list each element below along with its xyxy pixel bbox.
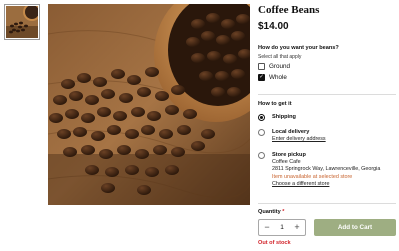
grind-option-ground[interactable]: Ground bbox=[258, 62, 290, 71]
minus-icon[interactable]: − bbox=[263, 223, 271, 232]
product-price: $14.00 bbox=[258, 21, 289, 32]
section-divider bbox=[258, 203, 396, 204]
store-pickup-label: Store pickup bbox=[272, 152, 306, 158]
section-divider bbox=[258, 94, 396, 95]
quantity-value[interactable]: 1 bbox=[280, 224, 284, 231]
product-title: Coffee Beans bbox=[258, 4, 320, 16]
add-to-cart-button[interactable]: Add to Cart bbox=[314, 219, 396, 236]
store-pickup-radio[interactable] bbox=[258, 152, 265, 159]
store-pickup-option[interactable]: Store pickup Coffee Cafe 2811 Springrock… bbox=[258, 152, 380, 187]
checkmark-icon: ✓ bbox=[259, 73, 264, 80]
ground-label: Ground bbox=[269, 63, 291, 70]
local-delivery-option[interactable]: Local delivery Enter delivery address bbox=[258, 129, 326, 142]
grind-hint: Select all that apply bbox=[258, 54, 302, 60]
store-address: 2811 Springrock Way, Lawrenceville, Geor… bbox=[272, 166, 381, 173]
quantity-stepper[interactable]: − 1 + bbox=[258, 219, 306, 236]
enter-delivery-address-link[interactable]: Enter delivery address bbox=[272, 136, 326, 142]
product-details-panel: Coffee Beans $14.00 How do you want your… bbox=[258, 0, 399, 251]
store-unavailable-warning: Item unavailable at selected store bbox=[272, 173, 353, 180]
fulfillment-heading: How to get it bbox=[258, 101, 292, 107]
coffee-beans-thumbnail-image bbox=[6, 3, 41, 38]
local-delivery-label: Local delivery bbox=[272, 129, 310, 135]
ground-checkbox[interactable] bbox=[258, 63, 265, 70]
required-marker: * bbox=[282, 209, 285, 215]
quantity-label-text: Quantity bbox=[258, 209, 281, 215]
choose-different-store-link[interactable]: Choose a different store bbox=[272, 181, 380, 187]
coffee-beans-photo bbox=[48, 4, 250, 205]
product-main-image bbox=[48, 4, 250, 205]
product-thumbnail[interactable] bbox=[4, 3, 41, 40]
grind-question: How do you want your beans? bbox=[258, 45, 339, 51]
grind-option-whole[interactable]: ✓ Whole bbox=[258, 73, 287, 82]
shipping-label: Shipping bbox=[272, 114, 296, 120]
plus-icon[interactable]: + bbox=[293, 223, 301, 232]
whole-checkbox[interactable]: ✓ bbox=[258, 74, 265, 81]
quantity-label: Quantity * bbox=[258, 209, 284, 215]
stock-status: Out of stock bbox=[258, 240, 291, 246]
shipping-option[interactable]: Shipping bbox=[258, 114, 296, 121]
shipping-radio[interactable] bbox=[258, 114, 265, 121]
whole-label: Whole bbox=[269, 74, 287, 81]
store-name: Coffee Cafe bbox=[272, 159, 301, 166]
local-delivery-radio[interactable] bbox=[258, 129, 265, 136]
